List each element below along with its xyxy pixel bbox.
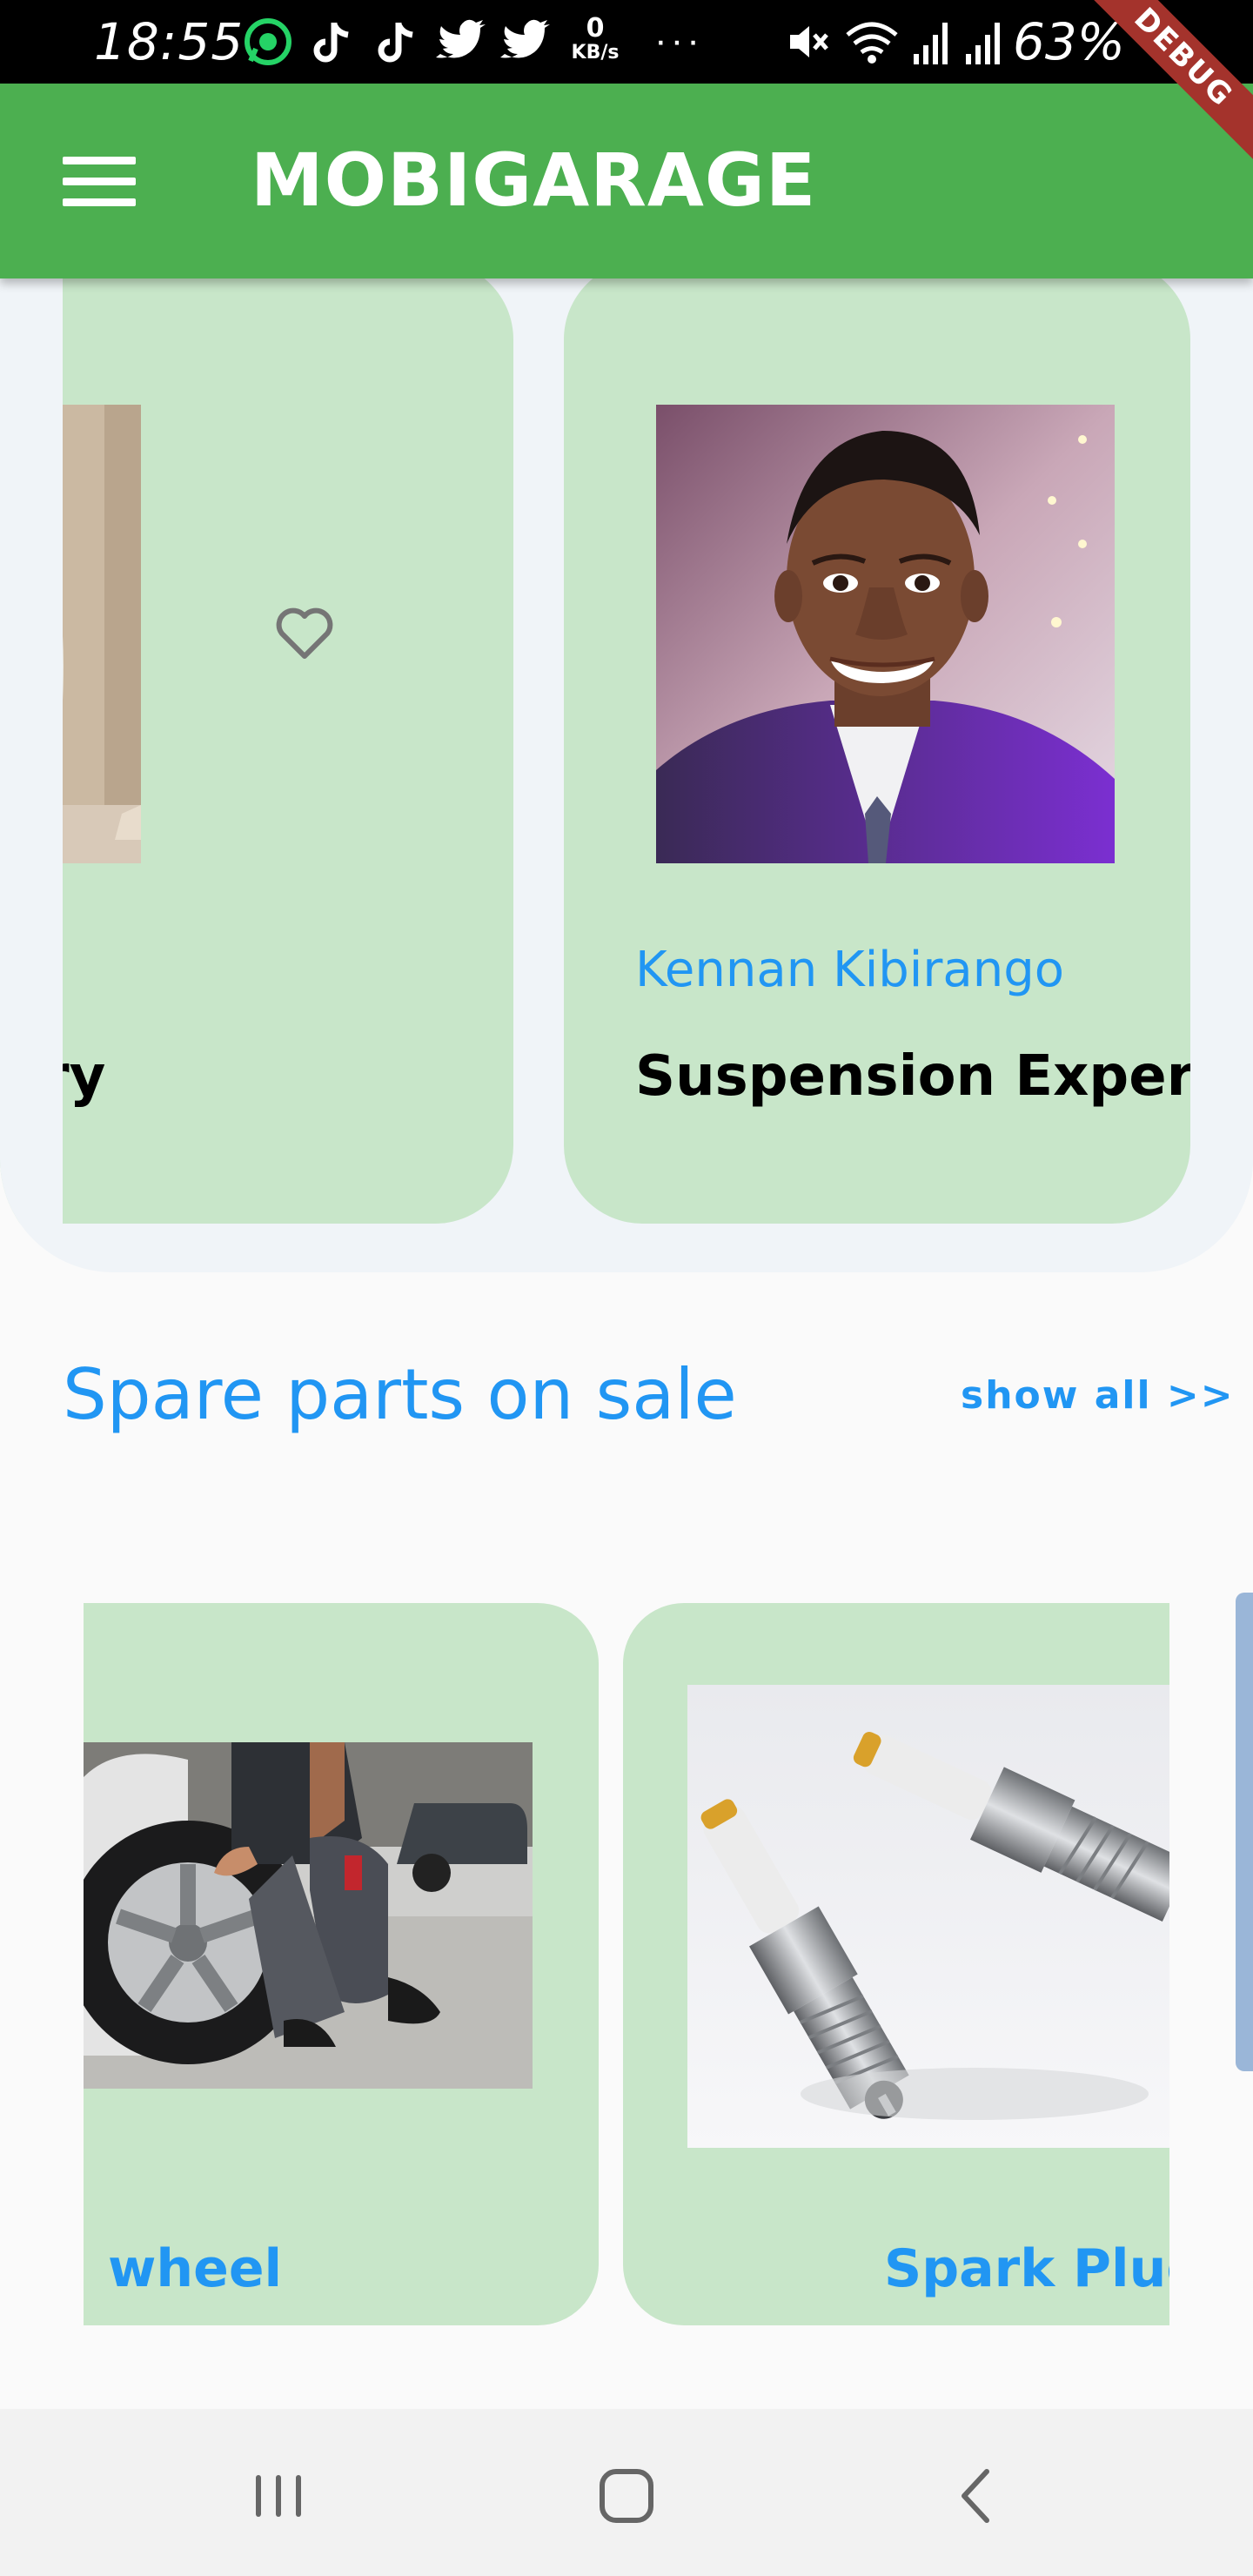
twitter-icon [435, 16, 487, 68]
network-speed-unit: KB/s [571, 42, 620, 64]
mechanic-name: Kennan Kibirango [635, 942, 1065, 998]
mute-icon [783, 16, 832, 72]
status-bar: 18:55 0 KB/s ··· 63% [0, 0, 1253, 84]
mechanic-card[interactable]: ry [0, 261, 513, 1224]
menu-icon [63, 198, 136, 206]
tiktok-icon [371, 16, 423, 68]
notification-icons [242, 16, 552, 68]
app-title: MOBIGARAGE [251, 138, 817, 223]
spare-part-card[interactable]: Spark Plugs [623, 1603, 1169, 2325]
tiktok-icon [306, 16, 358, 68]
system-icons [783, 16, 1004, 72]
wifi-icon [844, 16, 900, 72]
signal-icon [964, 16, 1004, 72]
spare-part-card[interactable]: wheel [84, 1603, 599, 2325]
menu-icon [63, 178, 136, 185]
spare-part-name: wheel [108, 2238, 283, 2299]
menu-icon [63, 157, 136, 164]
home-button[interactable] [585, 2454, 668, 2538]
battery-percentage: 63% [1013, 12, 1125, 71]
carousel-edge [1190, 209, 1253, 1272]
carousel-edge [0, 209, 63, 1272]
mechanics-carousel[interactable]: ry Kennan Kibirango Suspension Expert [0, 209, 1253, 1272]
mechanic-photo [656, 405, 1115, 863]
favorite-button[interactable] [271, 600, 338, 667]
recent-apps-button[interactable] [237, 2454, 320, 2538]
show-all-link[interactable]: show all >> [961, 1373, 1235, 1418]
signal-icon [912, 16, 952, 72]
back-icon [962, 2469, 989, 2523]
whatsapp-icon [242, 16, 294, 68]
spare-part-photo [84, 1742, 533, 2089]
system-navigation-bar [0, 2409, 1253, 2576]
home-icon [600, 2469, 653, 2523]
back-button[interactable] [936, 2454, 1020, 2538]
app-bar: MOBIGARAGE [0, 84, 1253, 278]
scrollbar[interactable] [1236, 1593, 1253, 2071]
section-title: Spare parts on sale [63, 1354, 737, 1435]
status-time: 18:55 [94, 12, 245, 71]
more-notifications-icon: ··· [654, 19, 703, 62]
mechanic-specialty: Suspension Expert [635, 1044, 1190, 1109]
menu-button[interactable] [52, 150, 143, 212]
spare-part-photo [687, 1685, 1169, 2148]
recent-apps-icon [256, 2475, 301, 2517]
network-speed: 0 KB/s [569, 16, 621, 64]
spare-part-name: Spark Plugs [884, 2238, 1169, 2299]
network-speed-value: 0 [586, 13, 605, 44]
twitter-icon [499, 16, 552, 68]
mechanic-card[interactable]: Kennan Kibirango Suspension Expert [564, 261, 1190, 1224]
heart-outline-icon [276, 607, 333, 659]
